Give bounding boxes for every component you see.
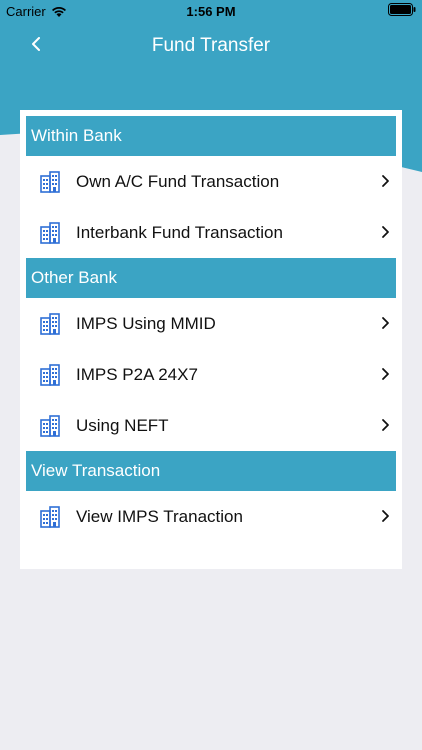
bank-building-icon — [40, 171, 60, 193]
menu-item-label: Interbank Fund Transaction — [76, 222, 283, 242]
chevron-right-icon — [382, 226, 389, 238]
chevron-right-icon — [382, 419, 389, 431]
bank-building-icon — [40, 415, 60, 437]
menu-item-imps-using-mmid[interactable]: IMPS Using MMID — [26, 298, 396, 349]
chevron-right-icon — [382, 175, 389, 187]
chevron-right-icon — [382, 368, 389, 380]
bank-building-icon — [40, 313, 60, 335]
menu-item-imps-p2a-24x7[interactable]: IMPS P2A 24X7 — [26, 349, 396, 400]
menu-item-label: View IMPS Tranaction — [76, 506, 243, 526]
status-bar: Carrier 1:56 PM — [0, 0, 422, 22]
menu-item-interbank-fund-transaction[interactable]: Interbank Fund Transaction — [26, 207, 396, 258]
chevron-right-icon — [382, 317, 389, 329]
battery-icon — [388, 3, 416, 16]
menu-item-view-imps-transaction[interactable]: View IMPS Tranaction — [26, 491, 396, 542]
menu-item-label: IMPS Using MMID — [76, 313, 216, 333]
status-time: 1:56 PM — [186, 4, 236, 19]
navigation-bar: Fund Transfer — [0, 22, 422, 68]
page-title: Fund Transfer — [151, 35, 271, 56]
bank-building-icon — [40, 506, 60, 528]
menu-item-label: Using NEFT — [76, 415, 169, 435]
menu-item-own-ac-fund-transaction[interactable]: Own A/C Fund Transaction — [26, 156, 396, 207]
section-header-within-bank: Within Bank — [26, 116, 396, 156]
fund-transfer-menu: Within Bank Own A/C Fund Transaction Int… — [20, 110, 402, 569]
bank-building-icon — [40, 222, 60, 244]
bank-building-icon — [40, 364, 60, 386]
menu-item-label: IMPS P2A 24X7 — [76, 364, 198, 384]
section-header-view-transaction: View Transaction — [26, 451, 396, 491]
menu-item-using-neft[interactable]: Using NEFT — [26, 400, 396, 451]
chevron-right-icon — [382, 510, 389, 522]
section-header-other-bank: Other Bank — [26, 258, 396, 298]
menu-item-label: Own A/C Fund Transaction — [76, 171, 280, 191]
